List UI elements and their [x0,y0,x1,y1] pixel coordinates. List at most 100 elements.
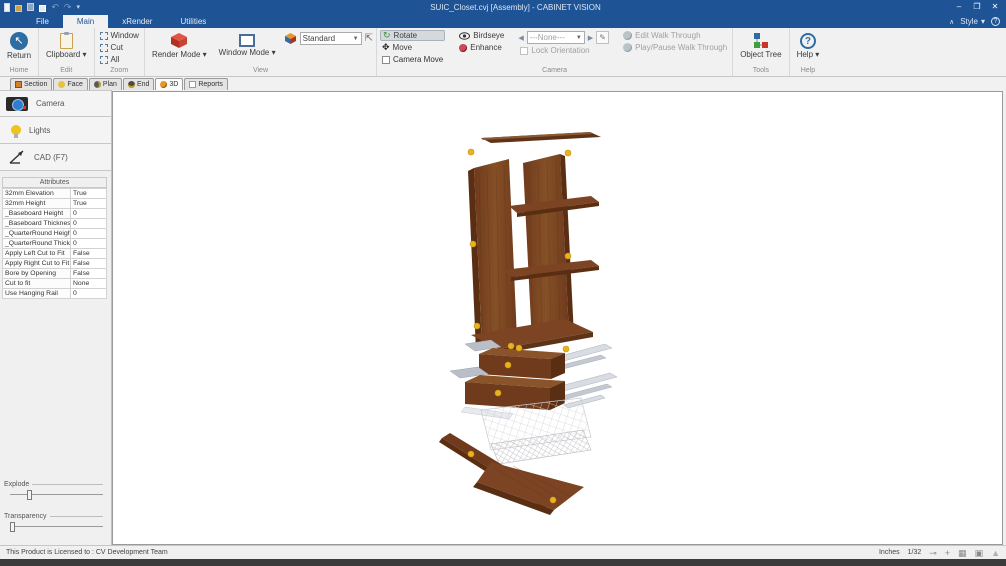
style-dropdown[interactable]: Style ▾ [960,17,985,26]
tab-file[interactable]: File [22,15,63,28]
zoom-all-button[interactable]: All [98,54,141,65]
enhance-icon [459,43,468,52]
view-tab-plan[interactable]: Plan [88,78,122,90]
camera-move-checkbox[interactable]: Camera Move [380,54,445,65]
redo-icon[interactable]: ↷ [64,2,72,12]
attribute-name: Use Hanging Rail [2,288,71,299]
zoom-all-icon [99,55,108,64]
new-document-icon[interactable] [4,2,10,12]
attribute-name: Bore by Opening [2,268,71,279]
title-bar: ↶ ↷ ▾ SUIC_Closet.cvj [Assembly] - CABIN… [0,0,1006,14]
view-tab-strip: Section Face Plan End 3D Reports [0,77,1006,90]
table-row: _Baseboard Thickness 0 [2,218,107,229]
object-tree-label: Object Tree [740,50,782,59]
play-pause-walkthrough-button[interactable]: Play/Pause Walk Through [621,42,729,53]
view-tab-face[interactable]: Face [53,78,88,90]
print-icon[interactable] [38,4,47,12]
lock-orientation-checkbox[interactable]: Lock Orientation [518,45,609,56]
units-label[interactable]: Inches [879,549,900,556]
transparency-slider-handle[interactable] [9,522,15,532]
tab-utilities[interactable]: Utilities [166,15,220,28]
return-button[interactable]: ↖ Return [3,30,35,62]
quick-access-more-icon[interactable]: ▾ [76,3,80,12]
attribute-value[interactable]: False [70,258,107,269]
title-help-icon[interactable]: ? [991,17,1000,26]
object-tree-button[interactable]: Object Tree [736,30,785,61]
chevron-down-icon: ▾ [980,17,985,26]
return-label: Return [7,51,32,60]
menu-bar: File Main xRender Utilities ∧ Style ▾ ? [0,14,1006,28]
move-button[interactable]: ✥ Move [380,42,445,53]
edit-camera-icon[interactable]: ✎ [596,31,610,44]
prev-camera-icon[interactable]: ◀ [518,34,523,42]
zoom-cut-button[interactable]: Cut [98,42,141,53]
scale-label[interactable]: 1/32 [908,549,922,556]
camera-panel-button[interactable]: Camera [0,90,111,117]
left-sidebar: Camera Lights CAD (F7) Attributes 32mm E… [0,90,112,545]
next-camera-icon[interactable]: ▶ [588,34,593,42]
explode-slider[interactable] [10,489,103,501]
move-icon: ✥ [382,42,390,52]
rotate-label: Rotate [393,31,418,40]
frame-icon[interactable]: ▣ [975,547,984,559]
view-tab-3d[interactable]: 3D [155,78,184,90]
attribute-value[interactable]: 0 [70,288,107,299]
save-icon[interactable] [27,3,34,11]
group-label-tools: Tools [752,67,770,74]
view-tab-reports[interactable]: Reports [184,78,228,90]
table-row: Bore by Opening False [2,268,107,279]
rotate-icon: ↻ [383,30,391,40]
camera-select[interactable]: ---None--- ▼ [526,31,585,44]
crosshair-icon[interactable]: + [945,547,950,559]
attribute-value[interactable]: None [70,278,107,289]
tab-main[interactable]: Main [62,15,109,28]
attribute-value[interactable]: True [70,188,107,199]
help-question-icon: ? [799,33,816,49]
lights-panel-button[interactable]: Lights [0,117,111,144]
transparency-slider[interactable] [9,521,103,533]
attribute-value[interactable]: True [70,198,107,209]
pan-view-icon[interactable]: ⇱ [365,33,373,44]
render-mode-button[interactable]: Render Mode ▾ [148,30,211,61]
collapse-ribbon-icon[interactable]: ∧ [949,18,954,26]
enhance-button[interactable]: Enhance [457,42,506,53]
snap-icon[interactable]: ⊸ [929,547,937,559]
triangle-icon[interactable]: ▲ [991,547,1000,559]
window-mode-button[interactable]: Window Mode ▾ [215,30,280,59]
attribute-value[interactable]: 0 [70,208,107,219]
viewport-frame [112,90,1006,545]
edit-walkthrough-button[interactable]: Edit Walk Through [621,30,729,41]
lock-orientation-label: Lock Orientation [531,46,590,55]
restore-button[interactable]: ❐ [969,2,985,13]
undo-icon[interactable]: ↶ [51,2,59,12]
view-tab-end[interactable]: End [122,78,155,90]
attribute-value[interactable]: 0 [70,238,107,249]
attribute-value[interactable]: 0 [70,228,107,239]
tab-xrender[interactable]: xRender [108,15,166,28]
close-button[interactable]: ✕ [987,2,1003,13]
part-wire-basket [480,397,592,465]
group-label-help: Help [800,67,816,74]
minimize-button[interactable]: – [951,2,967,13]
attributes-panel: Attributes 32mm Elevation True 32mm Heigh… [2,177,107,299]
explode-slider-handle[interactable] [26,490,32,500]
viewport-3d[interactable] [112,91,1003,545]
attribute-name: _QuarterRound Height [2,228,71,239]
help-button[interactable]: ? Help ▾ [793,30,824,61]
ribbon-group-view: Render Mode ▾ Window Mode ▾ Standard ▼ ⇱… [145,28,377,76]
rotate-button[interactable]: ↻ Rotate [380,30,446,41]
attribute-value[interactable]: 0 [70,218,107,229]
view-tab-section[interactable]: Section [10,78,53,90]
render-style-select[interactable]: Standard ▼ [299,32,362,45]
cad-panel-button[interactable]: CAD (F7) [0,144,111,171]
zoom-window-button[interactable]: Window [98,30,141,41]
attribute-value[interactable]: False [70,248,107,259]
attribute-name: _Baseboard Height [2,208,71,219]
grid-icon[interactable]: ▦ [958,547,967,559]
edit-walkthrough-label: Edit Walk Through [635,31,701,40]
attribute-value[interactable]: False [70,268,107,279]
birdseye-button[interactable]: Birdseye [457,30,506,41]
clipboard-icon [59,32,73,49]
open-folder-icon[interactable] [14,4,23,12]
clipboard-button[interactable]: Clipboard ▾ [42,30,90,61]
